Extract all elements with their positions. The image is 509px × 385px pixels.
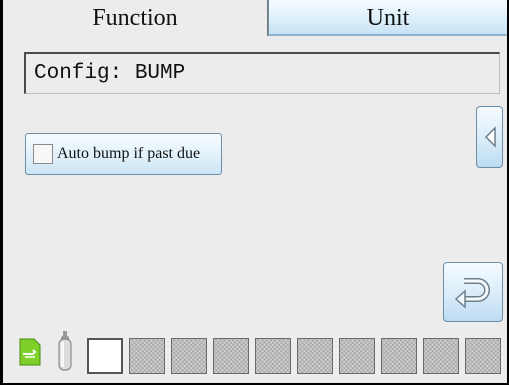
- sensor-slot: [423, 338, 459, 374]
- auto-bump-checkbox-button[interactable]: Auto bump if past due: [25, 133, 222, 175]
- tab-unit[interactable]: Unit: [268, 0, 507, 36]
- sensor-slot: [171, 338, 207, 374]
- tab-function[interactable]: Function: [3, 0, 268, 36]
- sensor-slot: [381, 338, 417, 374]
- sensor-slot: [87, 338, 123, 374]
- previous-button[interactable]: [476, 106, 503, 168]
- sensor-slot: [465, 338, 501, 374]
- sensor-slot: [213, 338, 249, 374]
- sensor-slot: [297, 338, 333, 374]
- sensor-slot: [255, 338, 291, 374]
- auto-bump-label: Auto bump if past due: [57, 145, 201, 162]
- chevron-left-icon: [484, 126, 496, 148]
- return-button[interactable]: [443, 262, 503, 322]
- sd-card-icon: [19, 338, 41, 366]
- sensor-slot: [339, 338, 375, 374]
- sensor-slot: [129, 338, 165, 374]
- gas-cylinder-icon: [58, 331, 72, 371]
- return-icon: [454, 278, 490, 309]
- config-display: Config: BUMP: [24, 52, 500, 94]
- checkbox-icon[interactable]: [33, 144, 53, 164]
